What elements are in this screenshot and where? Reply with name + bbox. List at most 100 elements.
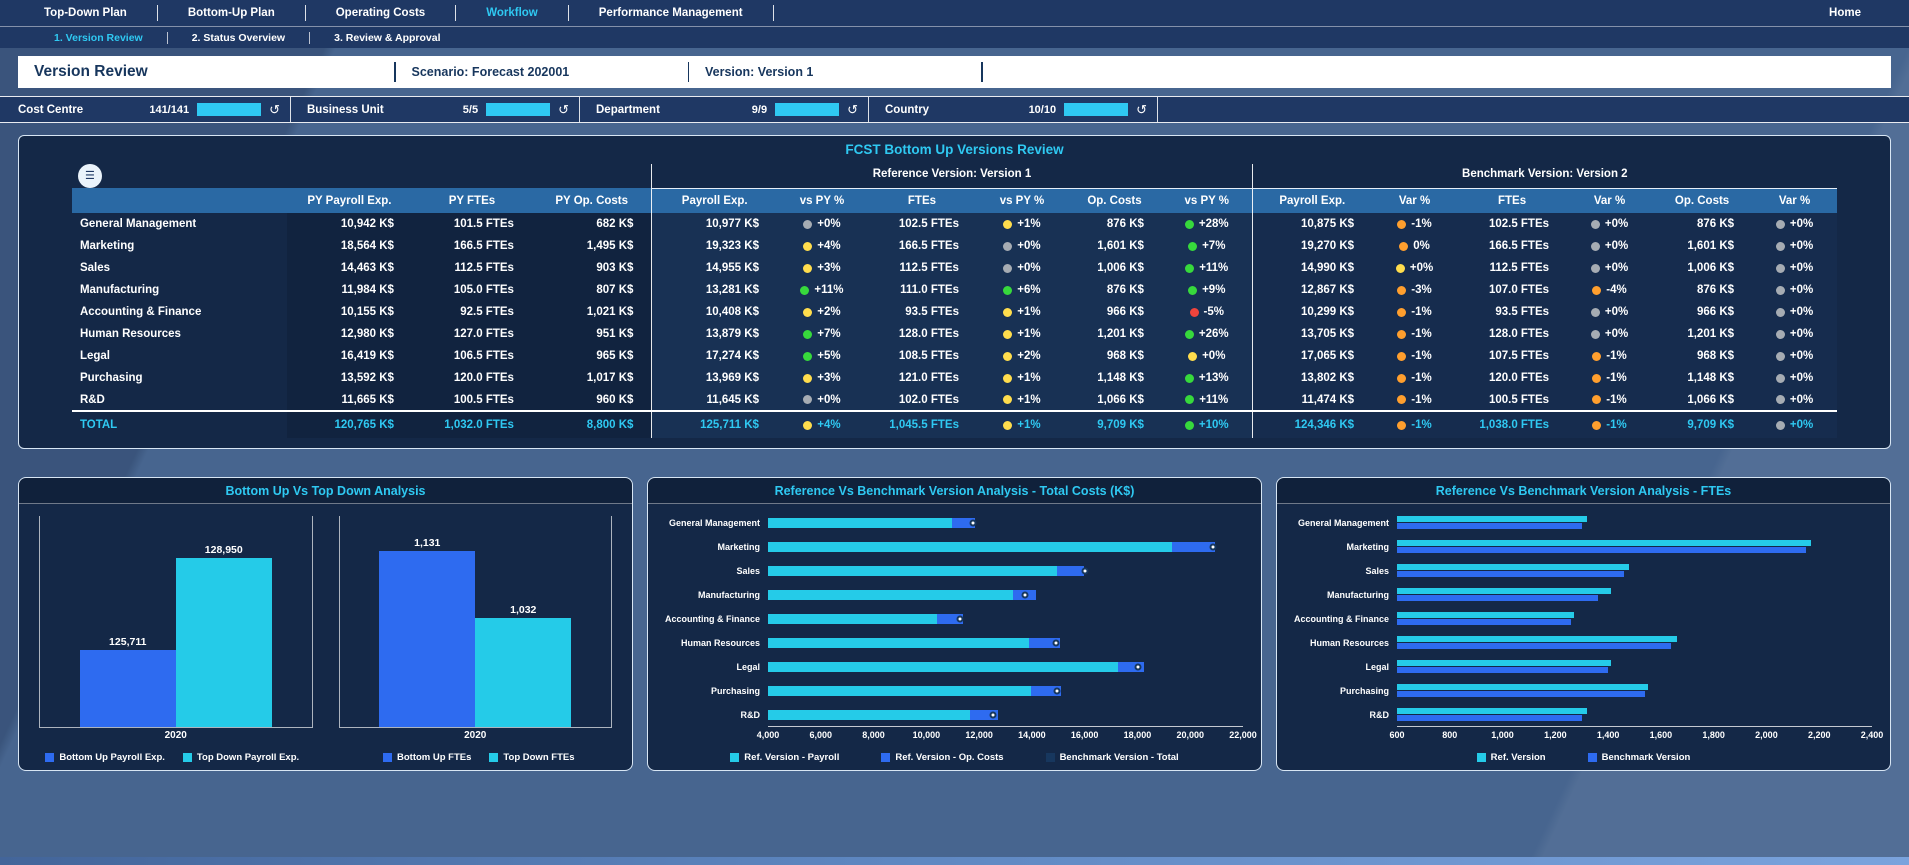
value-cell: 1,045.5 FTEs bbox=[867, 411, 977, 438]
reset-icon[interactable]: ↺ bbox=[1136, 103, 1147, 116]
variance-cell: +0% bbox=[1752, 411, 1837, 438]
bar-value-label: 1,032 bbox=[510, 604, 536, 616]
nav-tab-performance-management[interactable]: Performance Management bbox=[569, 0, 773, 27]
nav-tab-top-down-plan[interactable]: Top-Down Plan bbox=[14, 0, 157, 27]
reset-icon[interactable]: ↺ bbox=[269, 103, 280, 116]
value-cell: 14,990 K$ bbox=[1252, 257, 1372, 279]
bar-track[interactable] bbox=[768, 686, 1243, 696]
benchmark-version-title: Benchmark Version: Version 2 bbox=[1462, 168, 1628, 180]
col-header-py-payroll-exp-1[interactable]: PY Payroll Exp. bbox=[287, 188, 412, 213]
bar-track[interactable] bbox=[1397, 516, 1872, 529]
bar-track[interactable] bbox=[1397, 564, 1872, 577]
col-header-ftes-6[interactable]: FTEs bbox=[867, 188, 977, 213]
bar-track[interactable] bbox=[768, 566, 1243, 576]
status-dot-gray bbox=[1591, 242, 1600, 251]
table-row[interactable]: Human Resources12,980 K$127.0 FTEs951 K$… bbox=[72, 323, 1837, 345]
filter-slider[interactable] bbox=[775, 103, 839, 116]
col-header-vs-py-5[interactable]: vs PY % bbox=[777, 188, 867, 213]
value-cell: 19,323 K$ bbox=[652, 235, 777, 257]
sub-tab-2-status-overview[interactable]: 2. Status Overview bbox=[168, 32, 309, 44]
legend-item-benchmark-version[interactable]: Benchmark Version bbox=[1588, 752, 1691, 763]
nav-tab-operating-costs[interactable]: Operating Costs bbox=[306, 0, 455, 27]
table-row[interactable]: Marketing18,564 K$166.5 FTEs1,495 K$19,3… bbox=[72, 235, 1837, 257]
bar-track[interactable] bbox=[1397, 636, 1872, 649]
col-header-vs-py-7[interactable]: vs PY % bbox=[977, 188, 1067, 213]
bar-track[interactable] bbox=[768, 614, 1243, 624]
col-header-empty[interactable] bbox=[72, 188, 287, 213]
table-row[interactable]: General Management10,942 K$101.5 FTEs682… bbox=[72, 213, 1837, 235]
legend-item-benchmark-version-total[interactable]: Benchmark Version - Total bbox=[1046, 752, 1179, 763]
legend-item-top-down-ftes[interactable]: Top Down FTEs bbox=[489, 752, 574, 763]
table-row[interactable]: Purchasing13,592 K$120.0 FTEs1,017 K$13,… bbox=[72, 367, 1837, 389]
col-header-var-13[interactable]: Var % bbox=[1567, 188, 1652, 213]
reset-icon[interactable]: ↺ bbox=[558, 103, 569, 116]
col-header-payroll-exp-10[interactable]: Payroll Exp. bbox=[1252, 188, 1372, 213]
payroll-bar bbox=[768, 590, 1013, 600]
bar-track[interactable] bbox=[1397, 612, 1872, 625]
category-label: Legal bbox=[656, 662, 768, 672]
col-header-ftes-12[interactable]: FTEs bbox=[1457, 188, 1567, 213]
bar-track[interactable] bbox=[768, 590, 1243, 600]
value-cell: 13,802 K$ bbox=[1252, 367, 1372, 389]
bar-track[interactable] bbox=[768, 638, 1243, 648]
nav-tabs: Top-Down PlanBottom-Up PlanOperating Cos… bbox=[14, 0, 774, 26]
value-cell: 1,601 K$ bbox=[1067, 235, 1162, 257]
col-header-op-costs-14[interactable]: Op. Costs bbox=[1652, 188, 1752, 213]
bar-track[interactable] bbox=[1397, 708, 1872, 721]
nav-tab-workflow[interactable]: Workflow bbox=[456, 0, 568, 27]
legend-item-ref-version[interactable]: Ref. Version bbox=[1477, 752, 1546, 763]
col-header-var-15[interactable]: Var % bbox=[1752, 188, 1837, 213]
bar-rows: General ManagementMarketingSalesManufact… bbox=[1285, 514, 1872, 726]
legend-item-bottom-up-ftes[interactable]: Bottom Up FTEs bbox=[383, 752, 471, 763]
bar-track[interactable] bbox=[1397, 540, 1872, 553]
bar-track[interactable] bbox=[1397, 660, 1872, 673]
bar-track[interactable] bbox=[768, 542, 1243, 552]
sub-tab-3-review-approval[interactable]: 3. Review & Approval bbox=[310, 32, 464, 44]
bar-bottom-up-payroll-exp[interactable]: 125,711 bbox=[80, 636, 176, 727]
axis-tick-label: 1,800 bbox=[1702, 730, 1725, 740]
bar-track[interactable] bbox=[768, 662, 1243, 672]
col-header-py-ftes-2[interactable]: PY FTEs bbox=[412, 188, 532, 213]
legend-item-ref-version-payroll[interactable]: Ref. Version - Payroll bbox=[730, 752, 839, 763]
bar-bottom-up-ftes[interactable]: 1,131 bbox=[379, 537, 475, 727]
col-header-vs-py-9[interactable]: vs PY % bbox=[1162, 188, 1252, 213]
bar-track[interactable] bbox=[1397, 684, 1872, 697]
legend-swatch bbox=[881, 753, 890, 762]
status-dot-green bbox=[803, 352, 812, 361]
reset-icon[interactable]: ↺ bbox=[847, 103, 858, 116]
menu-button[interactable]: ☰ bbox=[78, 164, 102, 188]
table-row[interactable]: Sales14,463 K$112.5 FTEs903 K$14,955 K$+… bbox=[72, 257, 1837, 279]
bar-track[interactable] bbox=[768, 710, 1243, 720]
bar-track[interactable] bbox=[1397, 588, 1872, 601]
table-row[interactable]: R&D11,665 K$100.5 FTEs960 K$11,645 K$+0%… bbox=[72, 389, 1837, 411]
bar-top-down-ftes[interactable]: 1,032 bbox=[475, 604, 571, 727]
axis-tick-label: 600 bbox=[1389, 730, 1404, 740]
table-row[interactable]: Legal16,419 K$106.5 FTEs965 K$17,274 K$+… bbox=[72, 345, 1837, 367]
filter-slider[interactable] bbox=[197, 103, 261, 116]
table-row[interactable]: Manufacturing11,984 K$105.0 FTEs807 K$13… bbox=[72, 279, 1837, 301]
col-header-op-costs-8[interactable]: Op. Costs bbox=[1067, 188, 1162, 213]
filter-slider[interactable] bbox=[1064, 103, 1128, 116]
bar-benchmark-version bbox=[1397, 595, 1598, 601]
bar-row-general-management: General Management bbox=[1285, 514, 1872, 531]
filter-slider[interactable] bbox=[486, 103, 550, 116]
nav-tab-bottom-up-plan[interactable]: Bottom-Up Plan bbox=[158, 0, 305, 27]
col-header-var-11[interactable]: Var % bbox=[1372, 188, 1457, 213]
bar-benchmark-version bbox=[1397, 523, 1582, 529]
category-label: Accounting & Finance bbox=[1285, 614, 1397, 624]
col-header-payroll-exp-4[interactable]: Payroll Exp. bbox=[652, 188, 777, 213]
col-header-py-op-costs-3[interactable]: PY Op. Costs bbox=[532, 188, 652, 213]
legend-item-bottom-up-payroll-exp[interactable]: Bottom Up Payroll Exp. bbox=[45, 752, 165, 763]
filter-bar: Cost Centre141/141↺Business Unit5/5↺Depa… bbox=[0, 96, 1909, 123]
value-cell: 1,601 K$ bbox=[1652, 235, 1752, 257]
variance-cell: -1% bbox=[1567, 345, 1652, 367]
bar-top-down-payroll-exp[interactable]: 128,950 bbox=[176, 544, 272, 727]
nav-home-button[interactable]: Home bbox=[1829, 7, 1861, 19]
sub-tab-1-version-review[interactable]: 1. Version Review bbox=[30, 32, 167, 44]
row-label: Sales bbox=[72, 257, 287, 279]
table-row[interactable]: Accounting & Finance10,155 K$92.5 FTEs1,… bbox=[72, 301, 1837, 323]
table-total-row[interactable]: TOTAL120,765 K$1,032.0 FTEs8,800 K$125,7… bbox=[72, 411, 1837, 438]
bar-track[interactable] bbox=[768, 518, 1243, 528]
legend-item-ref-version-op-costs[interactable]: Ref. Version - Op. Costs bbox=[881, 752, 1003, 763]
legend-item-top-down-payroll-exp[interactable]: Top Down Payroll Exp. bbox=[183, 752, 299, 763]
